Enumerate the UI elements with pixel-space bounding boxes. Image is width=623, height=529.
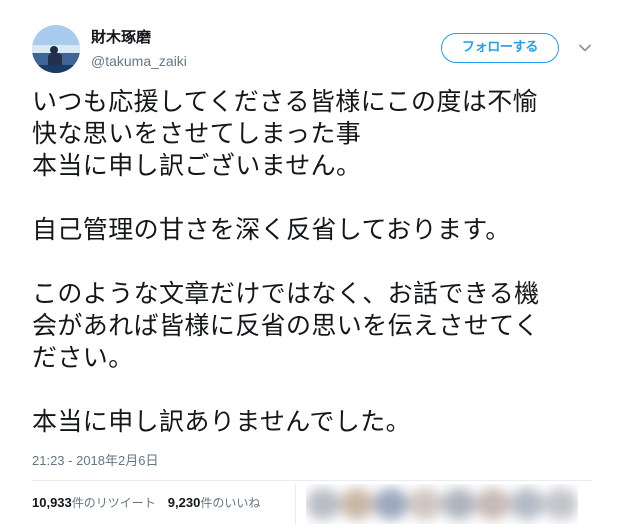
retweet-count: 10,933 <box>32 495 72 510</box>
chevron-down-icon[interactable] <box>577 40 593 56</box>
tweet-line: 本当に申し訳ございません。 <box>32 151 362 180</box>
tweet-line: 会があれば皆様に反省の思いを伝えさせてく <box>32 311 540 340</box>
tweet-card: 財木琢磨 @takuma_zaiki フォローする いつも応援してくださる皆様に… <box>0 0 623 529</box>
tweet-line: このような文章だけではなく、お話できる機 <box>32 279 540 308</box>
tweet-stats: 10,933件のリツイート 9,230件のいいね <box>32 494 272 514</box>
tweet-line: いつも応援してくださる皆様にこの度は不愉 <box>32 87 539 116</box>
tweet-line: 本当に申し訳ありませんでした。 <box>32 407 412 436</box>
like-label: 件のいいね <box>200 496 261 510</box>
display-name[interactable]: 財木琢磨 <box>91 27 151 47</box>
liker-avatars-blurred[interactable] <box>306 484 578 524</box>
screen-name[interactable]: @takuma_zaiki <box>91 52 187 70</box>
tweet-line: 快な思いをさせてしまった事 <box>32 119 362 148</box>
tweet-line: 自己管理の甘さを深く反省しております。 <box>32 215 511 244</box>
follow-button[interactable]: フォローする <box>441 33 559 63</box>
tweet-timestamp[interactable]: 21:23 - 2018年2月6日 <box>32 452 158 470</box>
stats-divider <box>295 484 296 524</box>
retweet-label: 件のリツイート <box>71 496 156 510</box>
divider <box>32 480 592 481</box>
like-count: 9,230 <box>167 495 201 510</box>
retweet-stat[interactable]: 10,933件のリツイート <box>32 494 156 512</box>
user-avatar-icon[interactable] <box>32 25 80 73</box>
like-stat[interactable]: 9,230件のいいね <box>168 494 261 512</box>
tweet-text: いつも応援してくださる皆様にこの度は不愉 快な思いをさせてしまった事 本当に申し… <box>32 86 602 438</box>
tweet-line: ださい。 <box>32 343 134 372</box>
